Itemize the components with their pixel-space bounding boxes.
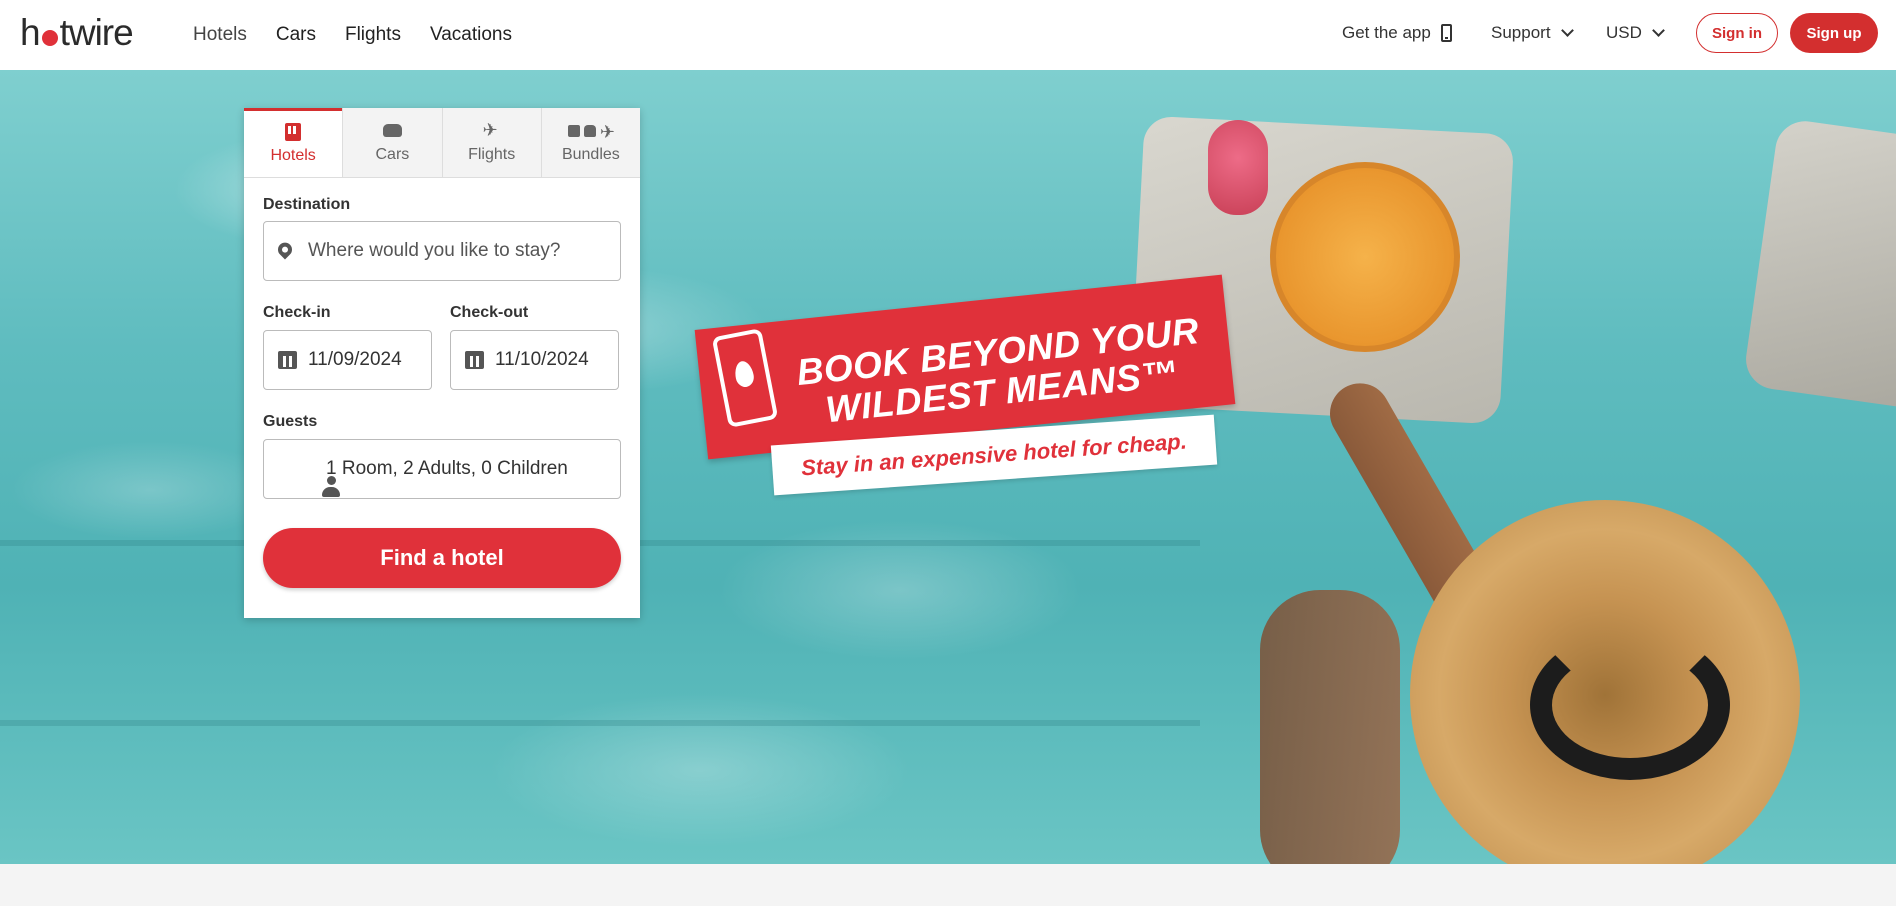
sign-up-button[interactable]: Sign up <box>1790 13 1878 53</box>
calendar-icon <box>465 351 484 369</box>
support-dropdown[interactable]: Support <box>1491 23 1574 43</box>
search-tabs: Hotels Cars Flights Bundles <box>244 108 640 178</box>
plane-icon <box>600 123 615 141</box>
tab-hotels-label: Hotels <box>270 147 316 164</box>
tab-flights[interactable]: Flights <box>441 108 541 177</box>
chevron-down-icon <box>1560 24 1574 37</box>
checkin-field[interactable]: 11/09/2024 <box>263 330 432 390</box>
destination-input[interactable] <box>308 240 589 262</box>
guests-field[interactable]: 1 Room, 2 Adults, 0 Children <box>263 439 621 499</box>
car-icon <box>583 124 596 137</box>
support-label: Support <box>1491 23 1551 42</box>
nav-cars[interactable]: Cars <box>276 24 316 46</box>
checkout-field[interactable]: 11/10/2024 <box>450 330 619 390</box>
tab-cars-label: Cars <box>375 145 410 163</box>
tab-cars[interactable]: Cars <box>342 108 442 177</box>
site-header: h twire Hotels Cars Flights Vacations Get… <box>0 0 1896 70</box>
tab-bundles-label: Bundles <box>561 145 620 163</box>
phone-icon <box>1440 24 1452 42</box>
find-hotel-button[interactable]: Find a hotel <box>263 528 621 588</box>
main-nav: Hotels Cars Flights Vacations <box>193 0 541 70</box>
destination-label: Destination <box>263 196 351 213</box>
hotel-icon <box>567 124 580 137</box>
checkin-label: Check-in <box>263 304 331 321</box>
location-pin-icon <box>275 239 295 260</box>
plane-icon <box>482 121 502 140</box>
logo-text-end: twire <box>59 12 134 53</box>
currency-dropdown[interactable]: USD <box>1606 23 1665 43</box>
nav-flights[interactable]: Flights <box>345 24 401 46</box>
bottom-pattern-strip <box>0 864 1896 906</box>
pizza <box>1270 162 1460 352</box>
search-panel: Hotels Cars Flights Bundles Destination … <box>244 108 640 618</box>
car-icon <box>382 122 402 140</box>
hat-band <box>1530 630 1730 780</box>
calendar-icon <box>278 351 297 369</box>
tab-flights-label: Flights <box>468 145 516 163</box>
tab-hotels[interactable]: Hotels <box>244 108 343 177</box>
logo-dot-icon <box>41 30 58 46</box>
currency-label: USD <box>1606 23 1642 42</box>
bundle-icons <box>561 122 621 141</box>
pool-tile-line <box>0 720 1200 726</box>
person-legs <box>1260 590 1400 864</box>
checkout-label: Check-out <box>450 304 529 321</box>
hotwire-logo[interactable]: h twire <box>20 12 134 54</box>
tab-bundles[interactable]: Bundles <box>540 108 640 177</box>
stone-table <box>1742 117 1896 413</box>
hotel-icon <box>283 123 303 141</box>
checkout-value: 11/10/2024 <box>495 349 589 370</box>
checkin-value: 11/09/2024 <box>308 349 402 370</box>
chevron-down-icon <box>1652 24 1665 37</box>
get-app-label: Get the app <box>1342 23 1431 42</box>
destination-field[interactable] <box>263 221 621 281</box>
person-icon <box>322 476 340 498</box>
nav-vacations[interactable]: Vacations <box>430 24 512 46</box>
sign-in-button[interactable]: Sign in <box>1696 13 1778 53</box>
cocktail-glass <box>1208 120 1268 215</box>
guests-value: 1 Room, 2 Adults, 0 Children <box>326 458 568 479</box>
guests-label: Guests <box>263 413 318 430</box>
logo-text-start: h <box>20 12 41 53</box>
get-app-link[interactable]: Get the app <box>1342 23 1452 43</box>
nav-hotels[interactable]: Hotels <box>193 24 247 46</box>
